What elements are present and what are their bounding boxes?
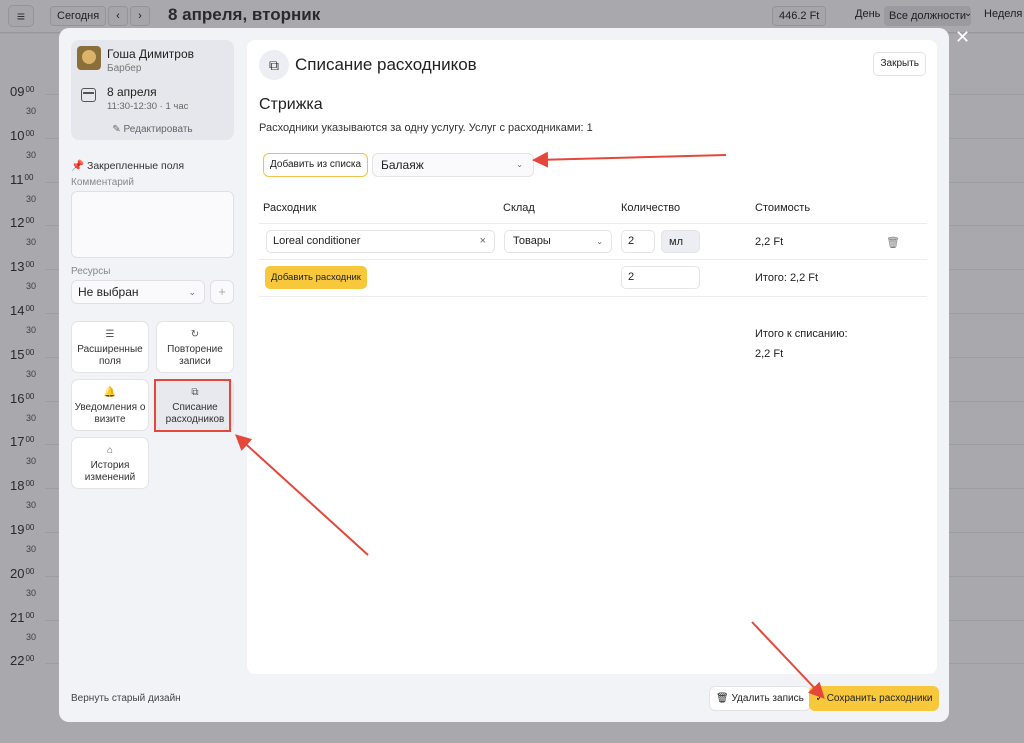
service-select[interactable]: Балаяж ⌄ (372, 153, 534, 177)
warehouse-select[interactable]: Товары ⌄ (504, 230, 612, 253)
service-name: Стрижка (259, 96, 323, 113)
tile-repeat[interactable]: ↻ Повторение записи (156, 321, 234, 373)
tile-label: Повторение записи (167, 344, 223, 367)
master-role: Барбер (107, 63, 142, 74)
pin-icon: 📌 (71, 160, 85, 172)
writeoff-value: 2,2 Ft (755, 348, 784, 360)
tile-notifications[interactable]: 🔔 Уведомления о визите (71, 379, 149, 431)
edit-link[interactable]: ✎ Редактировать (71, 124, 234, 135)
appointment-time: 11:30-12:30 · 1 час (107, 101, 189, 112)
bell-icon: 🔔 (103, 387, 117, 398)
chevron-down-icon: ⌄ (188, 287, 196, 297)
column-header: Стоимость (755, 202, 811, 214)
highlight-frame (154, 379, 231, 432)
consumables-panel: ⧉ Списание расходников Закрыть Стрижка Р… (247, 40, 937, 674)
box-icon: ⧉ (259, 50, 289, 80)
column-header: Расходник (263, 202, 317, 214)
hint-text: Расходники указываются за одну услугу. У… (259, 122, 593, 134)
consumables-modal: Гоша Димитров Барбер 8 апреля 11:30-12:3… (59, 28, 949, 722)
tile-label: Уведомления о визите (74, 402, 146, 425)
chevron-down-icon: ⌄ (596, 237, 603, 246)
master-card: Гоша Димитров Барбер 8 апреля 11:30-12:3… (71, 40, 234, 140)
tile-label: Расширенные поля (77, 344, 143, 367)
calendar-icon (81, 88, 96, 102)
list-icon: ☰ (105, 329, 115, 340)
avatar (77, 46, 101, 70)
quantity-input[interactable]: 2 (621, 230, 655, 253)
unit-label: мл (661, 230, 700, 253)
divider (259, 259, 927, 260)
resources-select[interactable]: Не выбран ⌄ (71, 280, 205, 304)
divider (259, 223, 927, 224)
clear-icon[interactable]: × (480, 231, 486, 252)
trash-icon[interactable]: 🗑 (886, 236, 900, 249)
appointment-date: 8 апреля (107, 85, 157, 99)
history-icon: ⌂ (106, 445, 114, 456)
delete-record-button[interactable]: 🗑 Удалить запись (709, 686, 811, 711)
subtotal: Итого: 2,2 Ft (755, 272, 819, 284)
cost-value: 2,2 Ft (755, 236, 784, 248)
pinned-fields-label: 📌 Закрепленные поля (71, 160, 185, 172)
old-design-link[interactable]: Вернуть старый дизайн (71, 693, 181, 704)
column-header: Склад (503, 202, 535, 214)
service-select-value: Балаяж (381, 158, 424, 172)
writeoff-label: Итого к списанию: (755, 328, 848, 340)
tile-history[interactable]: ⌂ История изменений (71, 437, 149, 489)
consumable-input[interactable]: Loreal conditioner × (266, 230, 495, 253)
divider (259, 296, 927, 297)
comment-field[interactable] (71, 191, 234, 258)
consumable-value: Loreal conditioner (273, 235, 361, 247)
repeat-icon: ↻ (190, 329, 200, 340)
tile-extended-fields[interactable]: ☰ Расширенные поля (71, 321, 149, 373)
comment-label: Комментарий (71, 177, 134, 188)
close-icon[interactable]: ✕ (955, 27, 970, 48)
warehouse-value: Товары (513, 235, 551, 247)
resources-select-value: Не выбран (78, 285, 139, 299)
chevron-down-icon: ⌄ (516, 160, 523, 169)
save-consumables-button[interactable]: ✓ Сохранить расходники (809, 686, 939, 711)
add-from-list-button[interactable]: Добавить из списка (263, 153, 369, 177)
total-quantity: 2 (621, 266, 700, 289)
add-consumable-button[interactable]: Добавить расходник (265, 266, 367, 289)
resources-label: Ресурсы (71, 266, 111, 277)
add-resource-button[interactable]: + (210, 280, 234, 304)
close-button[interactable]: Закрыть (873, 52, 926, 76)
column-header: Количество (621, 202, 681, 214)
panel-title: Списание расходников (295, 55, 477, 74)
master-name: Гоша Димитров (107, 47, 195, 61)
tile-label: История изменений (84, 460, 136, 483)
